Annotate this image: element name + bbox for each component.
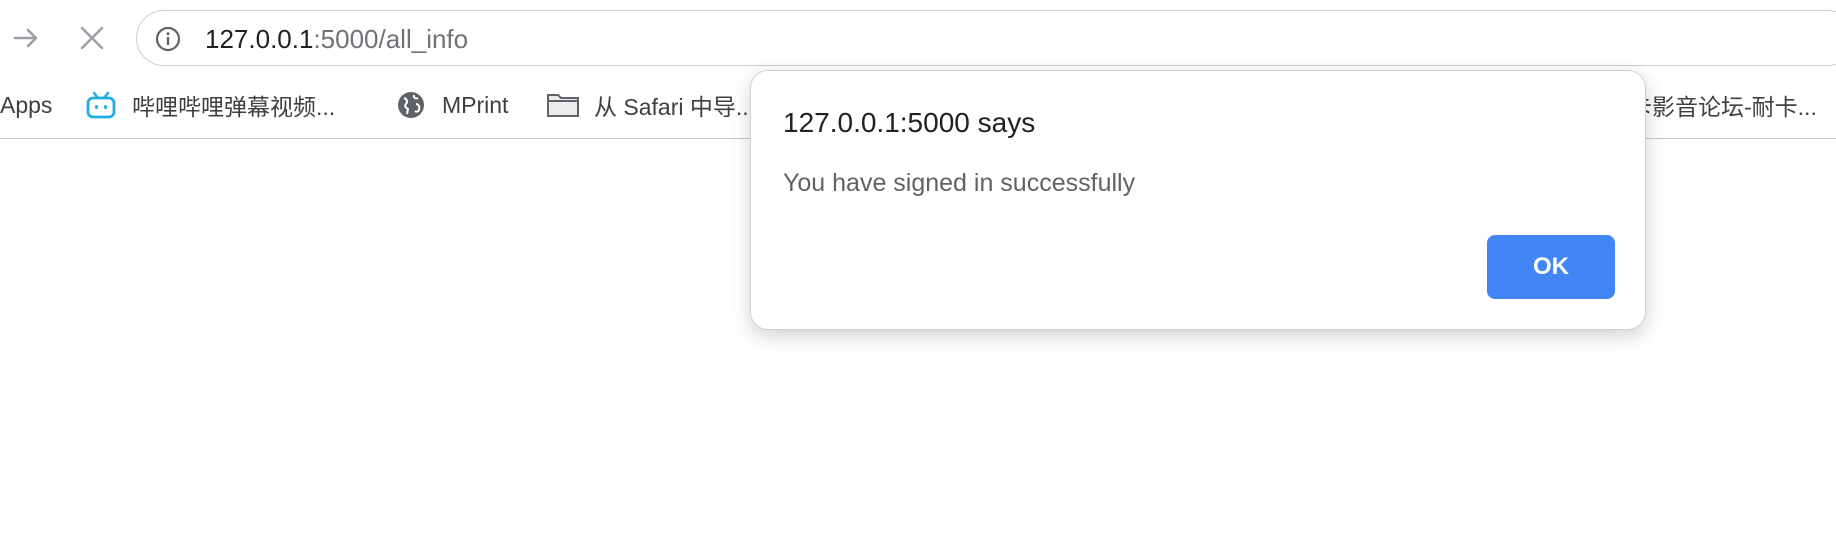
info-icon[interactable]	[155, 26, 181, 52]
bookmark-label: 从 Safari 中导...	[594, 94, 756, 120]
bookmark-folder-safari[interactable]: 从 Safari 中导...	[546, 87, 755, 123]
alert-dialog: 127.0.0.1:5000 says You have signed in s…	[750, 70, 1646, 330]
url-host: 127.0.0.1	[205, 24, 314, 54]
bookmark-label: MPrint	[442, 91, 509, 118]
browser-toolbar: 127.0.0.1:5000/all_info	[0, 0, 1836, 76]
close-icon	[80, 26, 104, 50]
stop-button[interactable]	[72, 18, 112, 58]
url-text[interactable]: 127.0.0.1:5000/all_info	[205, 25, 468, 53]
bookmark-bilibili[interactable]: 哔哩哔哩弹幕视频...	[84, 87, 335, 123]
bookmark-apps[interactable]: Apps	[0, 87, 52, 123]
ok-button[interactable]: OK	[1487, 235, 1615, 299]
dialog-title: 127.0.0.1:5000 says	[783, 107, 1036, 138]
globe-icon	[394, 88, 428, 122]
dialog-message: You have signed in successfully	[783, 169, 1136, 197]
bookmark-mprint[interactable]: MPrint	[394, 87, 508, 123]
address-bar[interactable]: 127.0.0.1:5000/all_info	[136, 10, 1836, 66]
bilibili-icon	[84, 88, 118, 122]
folder-icon	[546, 88, 580, 122]
bookmark-label: Apps	[0, 91, 53, 118]
arrow-right-icon	[13, 28, 38, 48]
bookmark-label: 哔哩哔哩弹幕视频...	[132, 94, 336, 120]
forward-button[interactable]	[6, 18, 46, 58]
url-path: :5000/all_info	[313, 24, 469, 54]
